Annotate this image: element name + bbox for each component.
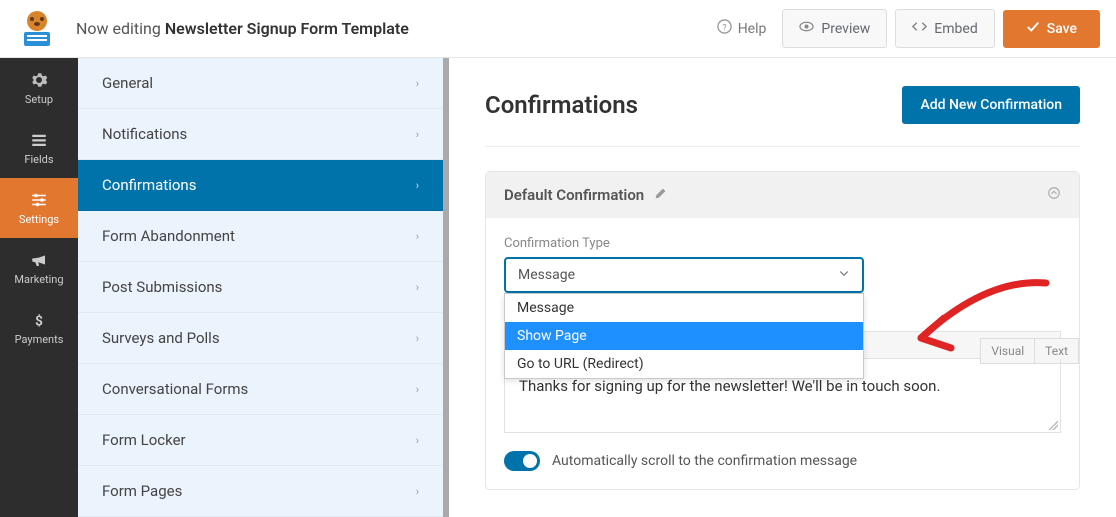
- sliders-icon: [30, 191, 48, 209]
- submenu-post-submissions[interactable]: Post Submissions ›: [78, 262, 443, 313]
- sidebar-label: Settings: [19, 213, 59, 226]
- code-icon: [912, 19, 927, 38]
- help-link[interactable]: ? Help: [717, 19, 767, 38]
- help-icon: ?: [717, 19, 732, 38]
- chevron-right-icon: ›: [416, 230, 419, 243]
- save-label: Save: [1047, 21, 1077, 37]
- panel-title: Default Confirmation: [504, 186, 644, 204]
- submenu-form-pages[interactable]: Form Pages ›: [78, 466, 443, 517]
- chevron-right-icon: ›: [416, 434, 419, 447]
- preview-button[interactable]: Preview: [782, 9, 887, 48]
- submenu-surveys-polls[interactable]: Surveys and Polls ›: [78, 313, 443, 364]
- submenu-label: Form Pages: [102, 482, 182, 500]
- preview-label: Preview: [821, 21, 870, 37]
- submenu-label: Conversational Forms: [102, 380, 248, 398]
- chevron-right-icon: ›: [416, 179, 419, 192]
- content-heading: Confirmations: [485, 91, 638, 119]
- submenu-label: General: [102, 74, 153, 92]
- select-value: Message: [518, 267, 575, 283]
- pencil-icon[interactable]: [654, 186, 667, 204]
- submenu-form-abandonment[interactable]: Form Abandonment ›: [78, 211, 443, 262]
- form-name: Newsletter Signup Form Template: [165, 19, 409, 38]
- submenu-confirmations[interactable]: Confirmations ›: [78, 160, 443, 211]
- icon-sidebar: Setup Fields Settings Marketing $ Paymen…: [0, 58, 78, 517]
- eye-icon: [799, 19, 814, 38]
- dropdown-option-show-page[interactable]: Show Page: [505, 322, 863, 350]
- submenu-notifications[interactable]: Notifications ›: [78, 109, 443, 160]
- logo-icon: [16, 8, 58, 50]
- help-label: Help: [738, 21, 767, 37]
- submenu-conversational-forms[interactable]: Conversational Forms ›: [78, 364, 443, 415]
- chevron-right-icon: ›: [416, 128, 419, 141]
- chevron-right-icon: ›: [416, 485, 419, 498]
- submenu-label: Form Locker: [102, 431, 186, 449]
- sidebar-item-setup[interactable]: Setup: [0, 58, 78, 118]
- submenu-label: Form Abandonment: [102, 227, 235, 245]
- chevron-right-icon: ›: [416, 383, 419, 396]
- sidebar-item-marketing[interactable]: Marketing: [0, 238, 78, 298]
- submenu-label: Notifications: [102, 125, 187, 143]
- submenu-label: Surveys and Polls: [102, 329, 220, 347]
- check-icon: [1026, 20, 1040, 38]
- resize-handle[interactable]: [1048, 420, 1058, 430]
- svg-text:?: ?: [722, 22, 727, 33]
- chevron-right-icon: ›: [416, 332, 419, 345]
- auto-scroll-toggle[interactable]: [504, 451, 540, 471]
- submenu-form-locker[interactable]: Form Locker ›: [78, 415, 443, 466]
- dollar-icon: $: [30, 311, 48, 329]
- sidebar-item-payments[interactable]: $ Payments: [0, 298, 78, 358]
- embed-button[interactable]: Embed: [895, 9, 994, 48]
- editor-content: Thanks for signing up for the newsletter…: [519, 377, 940, 395]
- confirmation-type-dropdown: Message Show Page Go to URL (Redirect): [504, 293, 864, 379]
- editing-prefix: Now editing: [76, 19, 165, 38]
- confirmation-panel: Default Confirmation Confirmation Type M…: [485, 171, 1080, 490]
- sidebar-label: Fields: [24, 153, 53, 166]
- embed-label: Embed: [934, 21, 977, 37]
- submenu-label: Confirmations: [102, 176, 196, 194]
- sidebar-label: Setup: [25, 93, 53, 106]
- svg-text:$: $: [35, 313, 43, 329]
- save-button[interactable]: Save: [1003, 10, 1100, 48]
- chevron-right-icon: ›: [416, 281, 419, 294]
- toggle-label: Automatically scroll to the confirmation…: [552, 453, 857, 469]
- sidebar-item-fields[interactable]: Fields: [0, 118, 78, 178]
- confirmation-type-select[interactable]: Message: [504, 257, 864, 293]
- page-title: Now editing Newsletter Signup Form Templ…: [76, 19, 409, 38]
- sidebar-label: Payments: [15, 333, 64, 346]
- field-label-confirmation-type: Confirmation Type: [504, 236, 1061, 251]
- top-bar: Now editing Newsletter Signup Form Templ…: [0, 0, 1116, 58]
- content-pane: Confirmations Add New Confirmation Defau…: [449, 58, 1116, 517]
- dropdown-option-redirect[interactable]: Go to URL (Redirect): [505, 350, 863, 378]
- collapse-icon[interactable]: [1047, 186, 1061, 204]
- settings-submenu: General › Notifications › Confirmations › F…: [78, 58, 449, 517]
- list-icon: [30, 131, 48, 149]
- bullhorn-icon: [30, 251, 48, 269]
- panel-header[interactable]: Default Confirmation: [486, 172, 1079, 218]
- add-confirmation-button[interactable]: Add New Confirmation: [902, 86, 1080, 124]
- gear-icon: [30, 71, 48, 89]
- submenu-general[interactable]: General ›: [78, 58, 443, 109]
- sidebar-label: Marketing: [14, 273, 63, 286]
- chevron-right-icon: ›: [416, 77, 419, 90]
- chevron-down-icon: [838, 267, 850, 283]
- sidebar-item-settings[interactable]: Settings: [0, 178, 78, 238]
- dropdown-option-message[interactable]: Message: [505, 294, 863, 322]
- submenu-label: Post Submissions: [102, 278, 222, 296]
